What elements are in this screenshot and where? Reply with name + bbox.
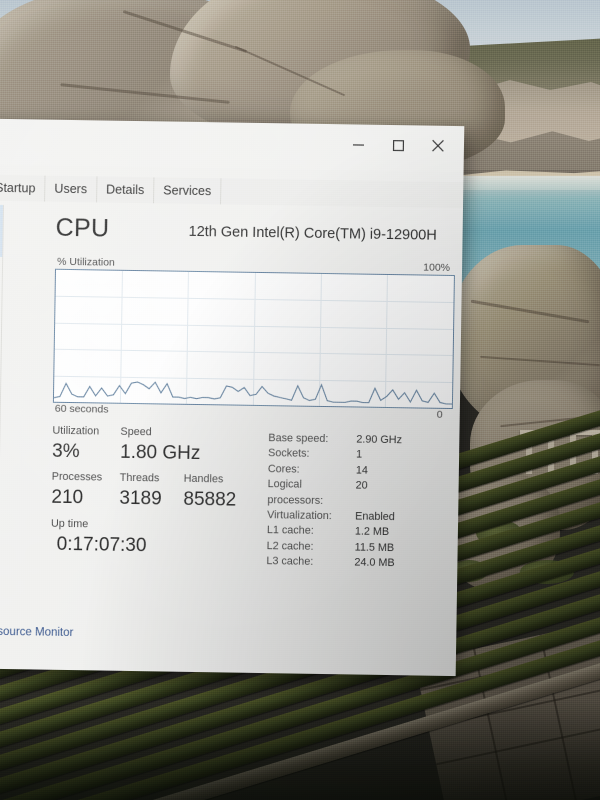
uptime-value: 0:17:07:30 — [56, 533, 147, 557]
processes-label: Processes — [51, 470, 103, 484]
spec-value: 11.5 MB — [354, 541, 395, 554]
speed-label: Speed — [120, 425, 152, 439]
spec-key: L1 cache: — [266, 524, 314, 538]
task-manager-window[interactable]: istory Startup Users Details Services ) … — [0, 117, 465, 677]
window-titlebar[interactable] — [0, 117, 465, 173]
threads-label: Threads — [119, 471, 160, 485]
tab-services[interactable]: Services — [153, 177, 221, 205]
spec-key: Sockets: — [268, 447, 310, 461]
tab-users[interactable]: Users — [44, 175, 97, 203]
maximize-icon — [391, 139, 404, 152]
minimize-icon — [351, 138, 364, 151]
open-resource-monitor-label: Open Resource Monitor — [0, 625, 74, 639]
spec-key: L3 cache: — [266, 555, 314, 569]
graph-x-axis-start: 60 seconds — [54, 402, 109, 416]
close-button[interactable] — [418, 129, 458, 162]
wallpaper-surf — [455, 176, 600, 190]
spec-value: 24.0 MB — [354, 556, 395, 570]
maximize-button[interactable] — [378, 129, 418, 162]
spec-row: L3 cache: 24.0 MB — [266, 554, 451, 572]
graph-y-axis-max: 100% — [423, 261, 451, 274]
cpu-spec-list: Base speed: 2.90 GHz Sockets: 1 Cores: 14 Logi… — [266, 431, 453, 573]
cpu-stats: Utilization 3% Speed 1.80 GHz Processes … — [50, 424, 262, 560]
uptime-label: Up time — [50, 517, 89, 531]
close-icon — [431, 139, 445, 153]
window-statusbar: Open Resource Monitor — [0, 615, 457, 677]
window-controls — [338, 128, 458, 162]
spec-key: Base speed: — [268, 432, 329, 446]
wallpaper-shadow — [0, 700, 600, 800]
spec-key: Logical processors: — [267, 478, 324, 507]
spec-value: 20 — [355, 479, 368, 492]
spec-value: Enabled — [355, 510, 395, 524]
spec-key: L2 cache: — [266, 539, 314, 553]
threads-value: 3189 — [119, 487, 162, 510]
handles-label: Handles — [183, 472, 224, 486]
spec-value: 2.90 GHz — [356, 433, 403, 447]
page-title: CPU — [55, 213, 110, 243]
tab-startup[interactable]: Startup — [0, 174, 45, 202]
spec-row: Logical processors: 20 — [267, 477, 452, 511]
speed-value: 1.80 GHz — [119, 441, 201, 465]
spec-value: 14 — [355, 464, 368, 477]
cpu-utilization-line — [53, 381, 452, 405]
graph-x-axis-end: 0 — [436, 408, 443, 421]
utilization-label: Utilization — [52, 424, 100, 438]
graph-y-axis-label: % Utilization — [57, 255, 115, 269]
minimize-button[interactable] — [338, 128, 378, 161]
cpu-model-label: 12th Gen Intel(R) Core(TM) i9-12900H — [188, 223, 437, 244]
cpu-detail-pane: CPU 12th Gen Intel(R) Core(TM) i9-12900H… — [0, 205, 463, 676]
tab-bar-filler — [220, 178, 464, 209]
processes-value: 210 — [51, 486, 84, 509]
open-resource-monitor-link[interactable]: Open Resource Monitor — [0, 624, 73, 639]
tab-bar[interactable]: istory Startup Users Details Services — [0, 173, 464, 209]
utilization-value: 3% — [51, 440, 80, 463]
spec-key: Virtualization: — [267, 509, 332, 523]
spec-value: 1.2 MB — [354, 525, 390, 539]
handles-value: 85882 — [183, 488, 237, 511]
spec-key: Cores: — [267, 462, 300, 476]
spec-value: 1 — [356, 448, 363, 462]
cpu-utilization-graph[interactable] — [52, 268, 455, 410]
tab-details[interactable]: Details — [95, 176, 154, 204]
